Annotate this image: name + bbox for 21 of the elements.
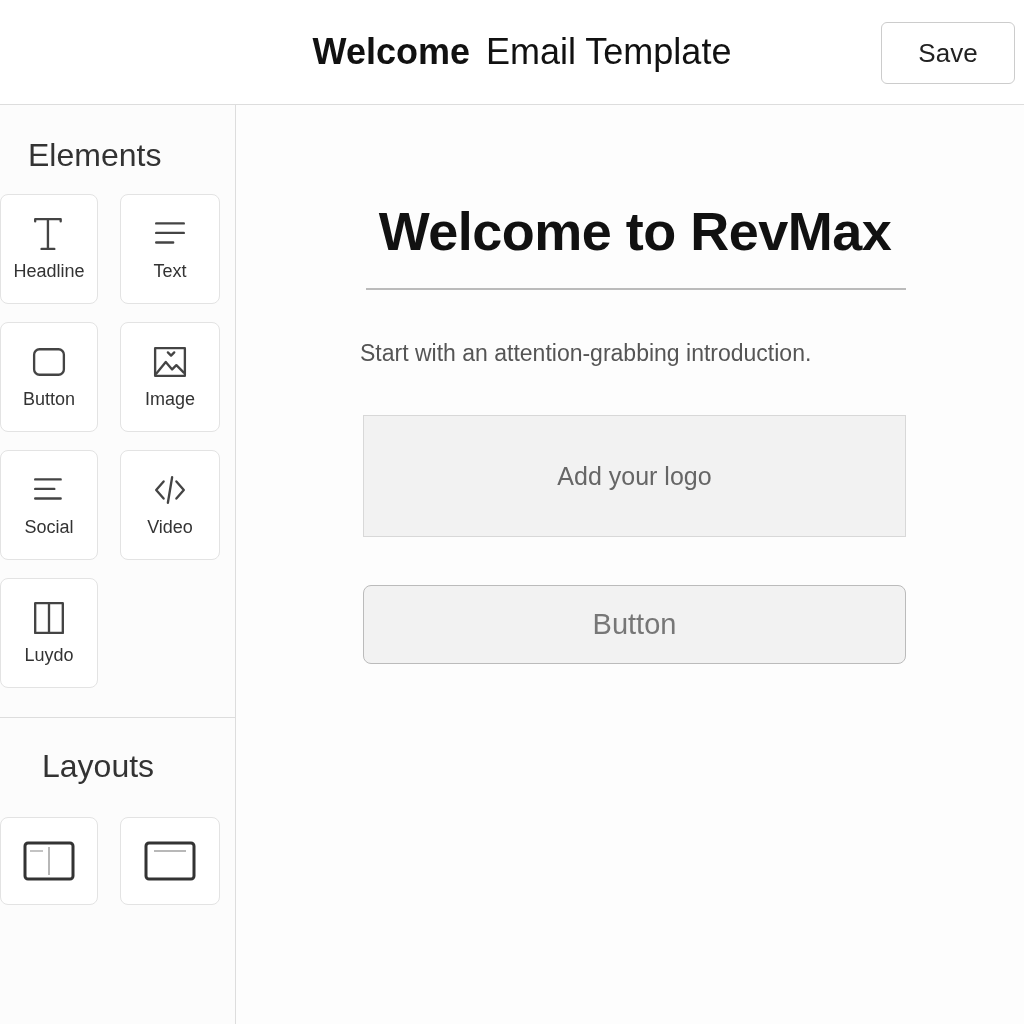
element-tile[interactable]: Social bbox=[0, 450, 98, 560]
email-headline: Welcome to RevMax bbox=[377, 200, 893, 262]
logo-placeholder[interactable]: Add your logo bbox=[363, 415, 906, 537]
element-tile[interactable]: Button bbox=[0, 322, 98, 432]
section-heading: Elements bbox=[27, 136, 163, 175]
page-title: Welcome Email Template bbox=[312, 31, 732, 73]
element-tile[interactable]: Image bbox=[120, 322, 220, 432]
element-tile[interactable]: Text bbox=[120, 194, 220, 304]
section-heading: Layouts bbox=[41, 747, 156, 786]
columns-icon bbox=[32, 600, 66, 635]
image-icon bbox=[153, 344, 187, 379]
email-button[interactable]: Button bbox=[363, 585, 906, 664]
save-button[interactable]: Save bbox=[881, 22, 1015, 84]
layout-tile[interactable] bbox=[120, 817, 220, 905]
layout-tile[interactable] bbox=[0, 817, 98, 905]
element-tile[interactable]: Luydo bbox=[0, 578, 98, 688]
single-layout-icon bbox=[144, 841, 196, 881]
element-tile[interactable]: Video bbox=[120, 450, 220, 560]
intro-text: Start with an attention-grabbing introduction. bbox=[360, 340, 812, 367]
element-tile[interactable]: Headline bbox=[0, 194, 98, 304]
split-layout-icon bbox=[23, 841, 75, 881]
